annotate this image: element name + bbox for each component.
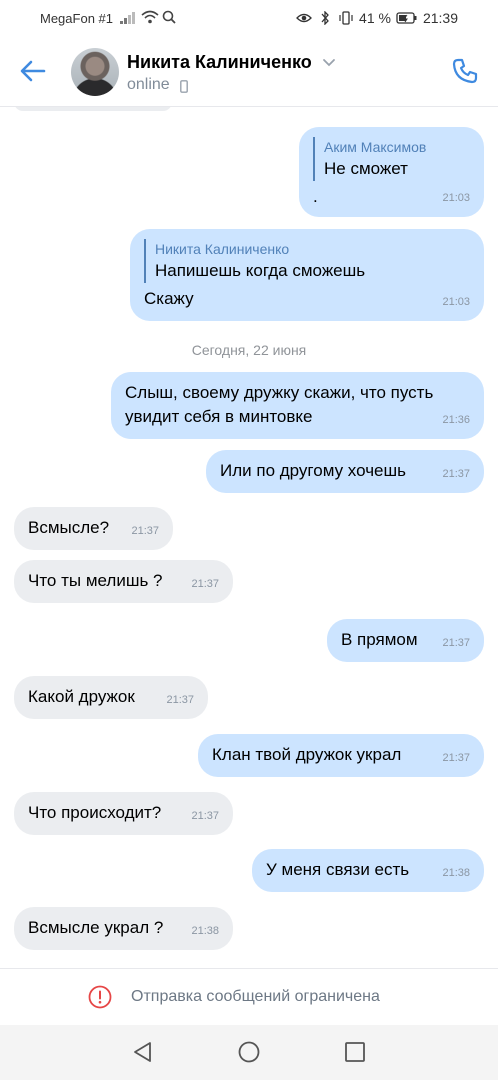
message-text: Что ты мелишь ? <box>28 571 163 590</box>
search-icon <box>162 10 176 24</box>
message-bubble-partial[interactable] <box>14 107 172 111</box>
nav-home-icon[interactable] <box>238 1041 260 1063</box>
message-bubble[interactable]: Слыш, своему дружку скажи, что пусть уви… <box>111 372 484 439</box>
back-arrow-icon[interactable] <box>18 58 48 84</box>
system-navigation-bar <box>0 1025 498 1080</box>
carrier-name: MegaFon #1 <box>40 11 113 26</box>
wifi-icon <box>141 10 159 24</box>
reply-text: Не сможет <box>324 159 408 178</box>
avatar[interactable] <box>71 48 119 96</box>
nav-back-icon[interactable] <box>132 1041 154 1063</box>
online-status: online <box>127 76 170 93</box>
message-time: 21:37 <box>166 694 194 706</box>
message-bubble[interactable]: Всмысле украл ? 21:38 <box>14 907 233 950</box>
message-bubble[interactable]: Или по другому хочешь 21:37 <box>206 450 484 493</box>
mobile-online-icon <box>180 80 188 93</box>
message-bubble[interactable]: В прямом 21:37 <box>327 619 484 662</box>
message-bubble[interactable]: Какой дружок 21:37 <box>14 676 208 719</box>
message-list[interactable]: Аким Максимов Не сможет . 21:03 Никита К… <box>0 107 498 968</box>
message-time: 21:03 <box>442 296 470 308</box>
messaging-restricted-bar: Отправка сообщений ограничена <box>0 968 498 1026</box>
message-text: Что происходит? <box>28 803 162 822</box>
message-time: 21:38 <box>191 925 219 937</box>
message-time: 21:37 <box>442 637 470 649</box>
signal-icon <box>120 12 135 24</box>
message-text: У меня связи есть <box>266 860 410 879</box>
message-bubble[interactable]: Аким Максимов Не сможет . 21:03 <box>299 127 484 217</box>
message-time: 21:37 <box>131 525 159 537</box>
battery-charging-icon <box>396 12 417 24</box>
phone-call-icon[interactable] <box>450 56 480 86</box>
message-time: 21:36 <box>442 414 470 426</box>
message-bubble[interactable]: Клан твой дружок украл 21:37 <box>198 734 484 777</box>
restriction-text: Отправка сообщений ограничена <box>131 988 380 1005</box>
message-bubble[interactable]: Что происходит? 21:37 <box>14 792 233 835</box>
battery-percent: 41 % <box>359 10 391 26</box>
message-bubble[interactable]: Всмысле? 21:37 <box>14 507 173 550</box>
message-time: 21:37 <box>191 578 219 590</box>
status-bar: MegaFon #1 41 % 21:39 <box>0 0 498 38</box>
message-text: Клан твой дружок украл <box>212 745 402 764</box>
contact-name[interactable]: Никита Калиниченко <box>127 52 312 73</box>
message-text: Слыш, своему дружку скажи, что пусть уви… <box>125 383 434 426</box>
message-text: Всмысле украл ? <box>28 918 164 937</box>
nav-recent-apps-icon[interactable] <box>344 1041 366 1063</box>
clock: 21:39 <box>422 10 458 26</box>
message-time: 21:37 <box>442 468 470 480</box>
reply-author: Аким Максимов <box>324 139 427 155</box>
message-text: Или по другому хочешь <box>220 461 407 480</box>
warning-circle-icon <box>88 985 112 1009</box>
reply-quote[interactable]: Никита Калиниченко Напишешь когда сможеш… <box>144 239 470 283</box>
reply-author: Никита Калиниченко <box>155 241 290 257</box>
eye-icon <box>296 13 312 23</box>
date-separator: Сегодня, 22 июня <box>191 342 307 358</box>
vibrate-icon <box>339 11 353 25</box>
message-bubble[interactable]: У меня связи есть 21:38 <box>252 849 484 892</box>
message-time: 21:03 <box>442 192 470 204</box>
reply-text: Напишешь когда сможешь <box>155 261 366 280</box>
bluetooth-icon <box>321 11 329 25</box>
chat-header: Никита Калиниченко online <box>0 38 498 107</box>
message-bubble[interactable]: Никита Калиниченко Напишешь когда сможеш… <box>130 229 484 321</box>
message-time: 21:38 <box>442 867 470 879</box>
message-text: Скажу <box>144 289 194 308</box>
reply-quote[interactable]: Аким Максимов Не сможет <box>313 137 470 181</box>
message-time: 21:37 <box>442 752 470 764</box>
message-time: 21:37 <box>191 810 219 822</box>
chevron-down-icon[interactable] <box>322 58 336 68</box>
message-bubble[interactable]: Что ты мелишь ? 21:37 <box>14 560 233 603</box>
